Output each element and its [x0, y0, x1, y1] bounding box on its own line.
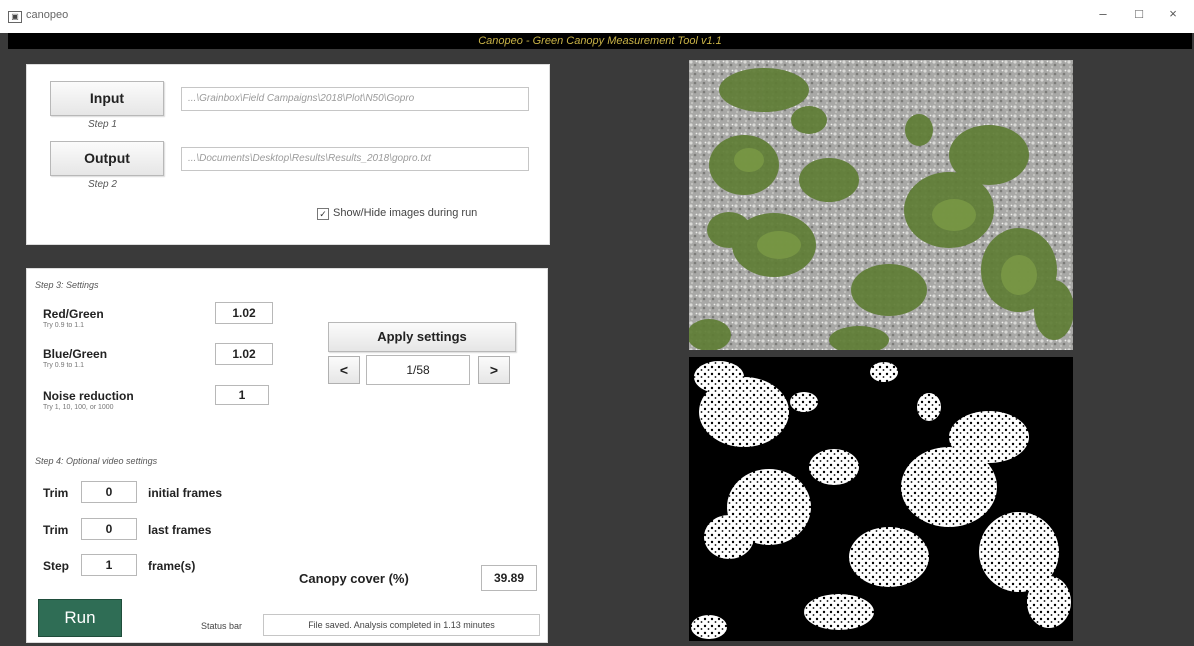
input-step-label: Step 1	[88, 119, 117, 130]
classified-image	[689, 357, 1073, 641]
frame-counter: 1/58	[366, 355, 470, 385]
step-label: Step	[43, 559, 70, 573]
red-green-hint: Try 0.9 to 1.1	[43, 322, 84, 329]
trim-initial-input[interactable]: 0	[81, 481, 137, 503]
app-icon: ▣	[8, 11, 22, 23]
canopy-cover-value: 39.89	[481, 565, 537, 591]
blue-green-label: Blue/Green	[43, 347, 108, 361]
next-frame-button[interactable]: >	[478, 356, 510, 384]
input-button[interactable]: Input	[50, 81, 164, 116]
show-hide-label: Show/Hide images during run	[333, 207, 478, 219]
blue-green-hint: Try 0.9 to 1.1	[43, 362, 84, 369]
field-photo	[689, 60, 1073, 350]
previous-frame-button[interactable]: <	[328, 356, 360, 384]
maximize-icon[interactable]: □	[1126, 6, 1152, 21]
red-green-label: Red/Green	[43, 307, 104, 321]
step-input[interactable]: 1	[81, 554, 137, 576]
noise-reduction-hint: Try 1, 10, 100, or 1000	[43, 404, 114, 411]
red-green-input[interactable]: 1.02	[215, 302, 273, 324]
trim-last-input[interactable]: 0	[81, 518, 137, 540]
binary-canopy-mask	[689, 357, 1073, 641]
show-hide-checkbox[interactable]: ✓	[317, 208, 329, 220]
canopy-cover-label: Canopy cover (%)	[299, 571, 409, 586]
noise-reduction-input[interactable]: 1	[215, 385, 269, 405]
status-bar-text: File saved. Analysis completed in 1.13 m…	[263, 614, 540, 636]
app-header: Canopeo - Green Canopy Measurement Tool …	[8, 33, 1192, 49]
video-section-label: Step 4: Optional video settings	[35, 456, 158, 466]
app-header-title: Canopeo - Green Canopy Measurement Tool …	[478, 35, 722, 47]
original-image	[689, 60, 1073, 350]
apply-settings-button[interactable]: Apply settings	[328, 322, 516, 352]
trim-last-label: Trim	[43, 523, 69, 537]
io-panel: Input Step 1 ...\Grainbox\Field Campaign…	[26, 64, 550, 245]
minimize-icon[interactable]: –	[1090, 6, 1116, 21]
trim-last-suffix: last frames	[148, 523, 212, 537]
blue-green-input[interactable]: 1.02	[215, 343, 273, 365]
output-button[interactable]: Output	[50, 141, 164, 176]
settings-section-label: Step 3: Settings	[35, 280, 99, 290]
trim-initial-suffix: initial frames	[148, 486, 223, 500]
window-titlebar: ▣ canopeo – □ ×	[0, 0, 1194, 33]
run-button[interactable]: Run	[38, 599, 122, 637]
settings-panel: Step 3: Settings Red/Green Try 0.9 to 1.…	[26, 268, 548, 643]
trim-initial-label: Trim	[43, 486, 69, 500]
close-icon[interactable]: ×	[1160, 6, 1186, 21]
step-suffix: frame(s)	[148, 559, 196, 573]
window-title: canopeo	[26, 9, 69, 21]
output-step-label: Step 2	[88, 179, 117, 190]
noise-reduction-label: Noise reduction	[43, 389, 134, 403]
output-path-field[interactable]: ...\Documents\Desktop\Results\Results_20…	[181, 147, 529, 171]
input-path-field[interactable]: ...\Grainbox\Field Campaigns\2018\Plot\N…	[181, 87, 529, 111]
status-bar-label: Status bar	[201, 621, 243, 631]
